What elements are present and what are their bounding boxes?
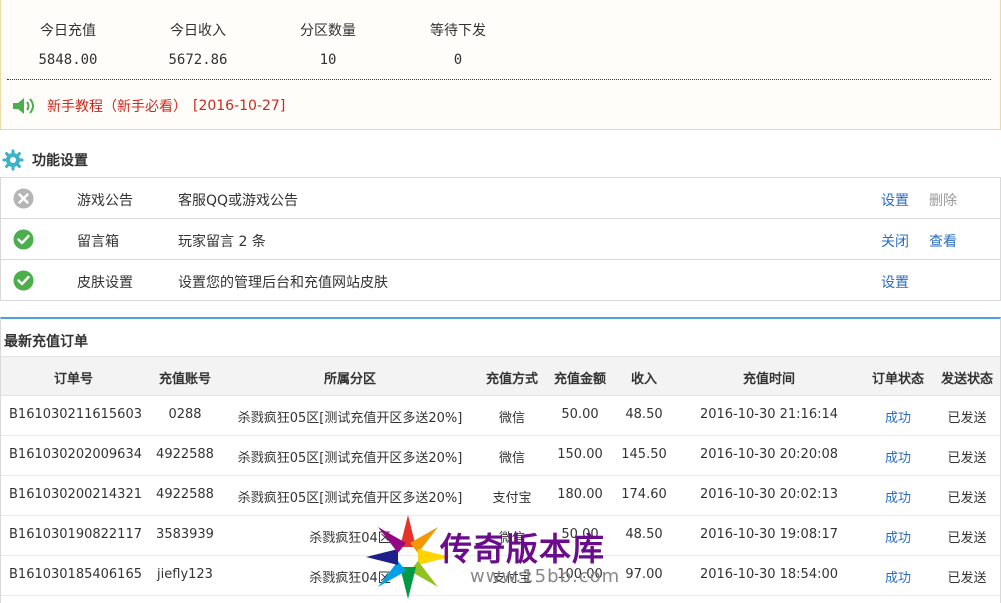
- stat-label: 分区数量: [300, 23, 356, 39]
- table-row: B161030202009634 4922588 杀戮疯狂05区[测试充值开区多…: [1, 436, 1000, 476]
- stat-value: 10: [319, 52, 337, 68]
- stat-value: 5848.00: [38, 52, 98, 68]
- function-row-announcement: 游戏公告 客服QQ或游戏公告 设置 删除: [1, 178, 1000, 219]
- stat-today-income: 今日收入 5672.86: [133, 20, 263, 68]
- order-id: B161030202009634: [9, 447, 142, 462]
- notice-bar: 新手教程（新手必看） [2016-10-27]: [11, 95, 285, 117]
- check-circle-icon: [13, 270, 34, 291]
- stat-pending: 等待下发 0: [393, 20, 523, 68]
- gear-icon: [2, 149, 24, 171]
- setup-button[interactable]: 设置: [881, 272, 909, 292]
- send-status: 已发送: [947, 531, 987, 546]
- zone: 杀戮疯狂05区[测试充值开区多送20%]: [237, 411, 463, 426]
- section-title: 功能设置: [32, 153, 88, 169]
- column-header: 收入: [630, 372, 657, 387]
- send-status: 已发送: [947, 411, 987, 426]
- account: 0288: [168, 407, 202, 422]
- order-status-link[interactable]: 成功: [862, 407, 934, 426]
- pay-method: 支付宝: [492, 491, 532, 506]
- stat-today-recharge: 今日充值 5848.00: [3, 20, 133, 68]
- column-header: 订单状态: [871, 372, 924, 387]
- recharge-time: 2016-10-30 20:02:13: [699, 487, 839, 502]
- speaker-icon: [13, 98, 34, 114]
- check-circle-icon: [13, 229, 34, 250]
- watermark-text: 传奇版本库: [440, 530, 606, 568]
- income: 97.00: [625, 567, 663, 582]
- order-status-link[interactable]: 成功: [862, 567, 934, 586]
- column-header: 充值账号: [158, 372, 211, 387]
- order-status-link[interactable]: 成功: [862, 487, 934, 506]
- function-name: 游戏公告: [77, 193, 133, 209]
- function-name: 留言箱: [77, 234, 119, 250]
- pay-method: 微信: [498, 411, 525, 426]
- function-settings-header: 功能设置: [0, 148, 88, 172]
- divider: [7, 79, 991, 80]
- amount: 180.00: [557, 487, 603, 502]
- function-desc: 设置您的管理后台和充值网站皮肤: [178, 275, 388, 291]
- function-row-skin: 皮肤设置 设置您的管理后台和充值网站皮肤 设置: [1, 260, 1000, 301]
- setup-button[interactable]: 设置: [881, 190, 909, 210]
- function-settings-list: 游戏公告 客服QQ或游戏公告 设置 删除 留言箱 玩家留言 2 条 关闭 查看 …: [0, 177, 1001, 301]
- stat-label: 今日充值: [40, 23, 96, 39]
- column-header: 充值方式: [485, 372, 538, 387]
- income: 174.60: [621, 487, 667, 502]
- zone: 杀戮疯狂05区[测试充值开区多送20%]: [237, 491, 463, 506]
- recharge-time: 2016-10-30 19:08:17: [699, 527, 839, 542]
- zone: 杀戮疯狂05区[测试充值开区多送20%]: [237, 451, 463, 466]
- stat-zone-count: 分区数量 10: [263, 20, 393, 68]
- function-desc: 玩家留言 2 条: [178, 234, 266, 250]
- order-id: B161030200214321: [9, 487, 142, 502]
- order-id: B161030211615603: [9, 407, 142, 422]
- view-button[interactable]: 查看: [929, 231, 957, 251]
- table-row: B161030211615603 0288 杀戮疯狂05区[测试充值开区多送20…: [1, 396, 1000, 436]
- delete-button[interactable]: 删除: [929, 190, 957, 210]
- column-header: 发送状态: [940, 372, 993, 387]
- account: 4922588: [156, 487, 214, 502]
- stat-value: 5672.86: [168, 52, 228, 68]
- order-id: B161030190822117: [9, 527, 142, 542]
- section-title: 最新充值订单: [4, 334, 88, 350]
- watermark-url: www.15bb.com: [470, 566, 621, 587]
- zone: 杀戮疯狂04区: [309, 531, 391, 546]
- send-status: 已发送: [947, 451, 987, 466]
- function-name: 皮肤设置: [77, 275, 133, 291]
- income: 145.50: [621, 447, 667, 462]
- column-header: 所属分区: [323, 372, 376, 387]
- stat-label: 等待下发: [430, 23, 486, 39]
- amount: 150.00: [557, 447, 603, 462]
- send-status: 已发送: [947, 571, 987, 586]
- recharge-time: 2016-10-30 18:54:00: [699, 567, 839, 582]
- stats-panel: 今日充值 5848.00 今日收入 5672.86 分区数量 10 等待下发 0…: [0, 0, 1001, 130]
- account: 3583939: [156, 527, 214, 542]
- send-status: 已发送: [947, 491, 987, 506]
- stat-label: 今日收入: [170, 23, 226, 39]
- disabled-x-icon: [13, 188, 34, 209]
- account: 4922588: [156, 447, 214, 462]
- column-header: 充值时间: [742, 372, 795, 387]
- account: jiefly123: [157, 567, 213, 582]
- function-desc: 客服QQ或游戏公告: [178, 193, 299, 209]
- column-header: 订单号: [53, 372, 93, 387]
- income: 48.50: [625, 407, 663, 422]
- notice-date: [2016-10-27]: [193, 98, 286, 114]
- recharge-time: 2016-10-30 20:20:08: [699, 447, 839, 462]
- table-header: 订单号 充值账号 所属分区 充值方式 充值金额 收入 充值时间 订单状态 发送状…: [1, 356, 1000, 396]
- pay-method: 微信: [498, 451, 525, 466]
- tutorial-link[interactable]: 新手教程（新手必看）: [47, 96, 187, 116]
- zone: 杀戮疯狂04区: [309, 571, 391, 586]
- column-header: 充值金额: [553, 372, 606, 387]
- order-id: B161030185406165: [9, 567, 142, 582]
- order-status-link[interactable]: 成功: [862, 447, 934, 466]
- amount: 50.00: [561, 407, 599, 422]
- recharge-time: 2016-10-30 21:16:14: [699, 407, 839, 422]
- stat-value: 0: [453, 52, 463, 68]
- income: 48.50: [625, 527, 663, 542]
- order-status-link[interactable]: 成功: [862, 527, 934, 546]
- table-row: B161030200214321 4922588 杀戮疯狂05区[测试充值开区多…: [1, 476, 1000, 516]
- function-row-messagebox: 留言箱 玩家留言 2 条 关闭 查看: [1, 219, 1000, 260]
- close-button[interactable]: 关闭: [881, 231, 909, 251]
